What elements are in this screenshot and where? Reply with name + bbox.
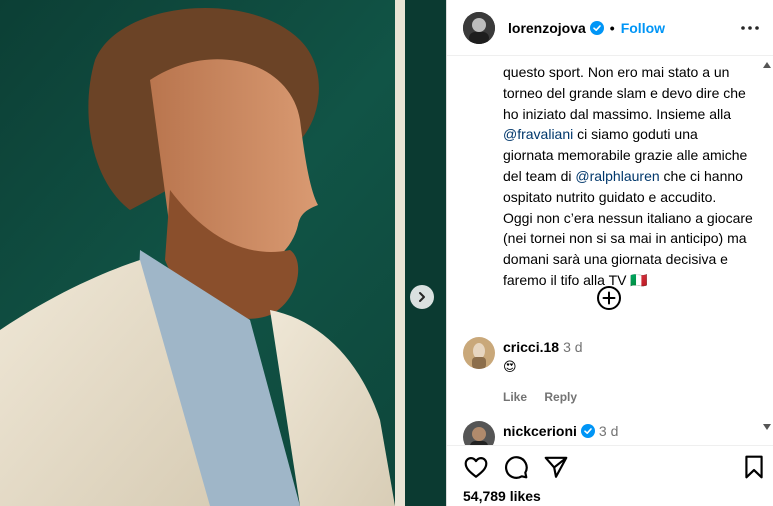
likes-count[interactable]: 54,789 likes — [463, 488, 541, 504]
avatar-image — [463, 421, 495, 445]
comment-actions: Like Reply — [503, 390, 591, 404]
share-button[interactable] — [543, 454, 569, 480]
avatar-image — [463, 11, 495, 44]
post-dialog: lorenzojova • Follow questo sport. Non e… — [0, 0, 773, 506]
next-media-button[interactable] — [410, 285, 434, 309]
caption-line: Oggi non c’era nessun italiano a giocare — [503, 209, 753, 226]
comment-text: 😍 — [503, 359, 517, 374]
caption-line: domani sarà una giornata decisiva e — [503, 251, 728, 268]
scroll-up-icon[interactable] — [763, 62, 771, 68]
post-photo — [0, 0, 446, 506]
verified-badge-icon — [580, 424, 595, 438]
more-options-icon — [741, 26, 759, 30]
verified-badge-icon — [589, 20, 604, 35]
comment-header: cricci.18 3 d — [503, 339, 583, 355]
comment-time[interactable]: 3 d — [599, 423, 618, 439]
send-icon — [544, 456, 568, 478]
follow-button[interactable]: Follow — [621, 20, 665, 36]
post-media — [0, 0, 446, 506]
bookmark-icon — [745, 455, 763, 479]
author-username[interactable]: lorenzojova — [508, 20, 586, 36]
caption-text: del team di — [503, 167, 576, 184]
post-side-panel: lorenzojova • Follow questo sport. Non e… — [446, 0, 773, 506]
header-separator: • — [609, 19, 615, 36]
post-actions-bar: 54,789 likes — [447, 445, 773, 506]
comment-time[interactable]: 3 d — [563, 339, 582, 355]
commenter-avatar[interactable] — [463, 337, 495, 369]
like-button[interactable] — [463, 454, 489, 480]
caption-text: che ci hanno — [659, 167, 743, 184]
comment-header: nickcerioni 3 d — [503, 423, 618, 439]
caption-line: @fravaliani ci siamo goduti una — [503, 124, 765, 145]
caption-line: questo sport. Non ero mai stato a un — [503, 64, 730, 80]
load-more-comments-button[interactable] — [596, 285, 622, 311]
post-caption: questo sport. Non ero mai stato a un tor… — [503, 62, 765, 291]
caption-line: (nei tornei non si sa mai in anticipo) m… — [503, 230, 747, 247]
comment-item: cricci.18 3 d 😍 Like Reply — [463, 337, 763, 407]
scroll-down-icon[interactable] — [763, 424, 771, 430]
comment-reply-button[interactable]: Reply — [544, 390, 577, 404]
comment-like-button[interactable]: Like — [503, 390, 527, 404]
caption-line: del team di @ralphlauren che ci hanno — [503, 166, 765, 187]
add-circle-icon — [597, 286, 621, 310]
caption-text: ci siamo goduti una — [573, 126, 698, 143]
caption-line: torneo del grande slam e devo dire che — [503, 84, 746, 101]
author-avatar[interactable] — [463, 11, 495, 44]
comment-item: nickcerioni 3 d — [463, 421, 763, 445]
chevron-right-icon — [419, 292, 425, 302]
mention-link[interactable]: @fravaliani — [503, 126, 573, 142]
more-options-button[interactable] — [738, 16, 762, 40]
post-header: lorenzojova • Follow — [447, 0, 773, 56]
commenter-username[interactable]: cricci.18 — [503, 339, 559, 355]
comment-icon — [505, 456, 528, 479]
save-button[interactable] — [741, 454, 767, 480]
avatar-image — [463, 337, 495, 369]
caption-line: faremo il tifo alla TV 🇮🇹 — [503, 271, 648, 288]
heart-icon — [464, 457, 488, 478]
caption-line: ho iniziato dal massimo. Insieme alla — [503, 105, 731, 122]
caption-line: giornata memorabile grazie alle amiche — [503, 147, 748, 164]
commenter-avatar[interactable] — [463, 421, 495, 445]
mention-link[interactable]: @ralphlauren — [575, 168, 659, 184]
comment-button[interactable] — [503, 454, 529, 480]
commenter-username[interactable]: nickcerioni — [503, 423, 577, 439]
caption-line: ospitato nutrito guidato e accudito. — [503, 188, 717, 205]
